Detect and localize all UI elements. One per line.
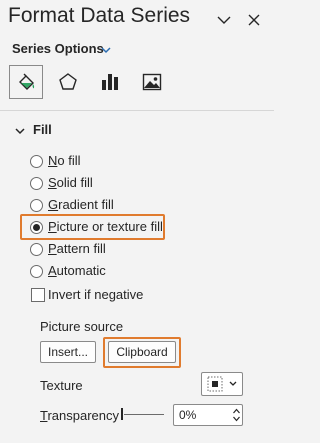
- pane-title: Format Data Series: [8, 4, 191, 27]
- series-options-dropdown[interactable]: Series Options: [12, 41, 104, 56]
- transparency-spinner-icon[interactable]: [232, 406, 241, 424]
- texture-swatch-icon: [207, 376, 237, 392]
- radio-label: Pattern fill: [48, 241, 106, 256]
- radio-no-fill[interactable]: No fill: [30, 152, 150, 172]
- tab-series-options[interactable]: [93, 65, 127, 99]
- radio-automatic[interactable]: Automatic: [30, 262, 150, 282]
- texture-label: Texture: [40, 378, 83, 393]
- tab-effects[interactable]: [51, 65, 85, 99]
- transparency-slider-track[interactable]: [124, 414, 164, 415]
- highlight-box: [103, 337, 181, 368]
- radio-button[interactable]: [30, 199, 43, 212]
- texture-picker-button[interactable]: [201, 372, 243, 396]
- radio-gradient-fill[interactable]: Gradient fill: [30, 196, 150, 216]
- tab-picture[interactable]: [135, 65, 169, 99]
- radio-button[interactable]: [30, 177, 43, 190]
- invert-if-negative-label: Invert if negative: [48, 287, 144, 302]
- picture-source-label: Picture source: [40, 319, 124, 334]
- close-icon[interactable]: [246, 12, 262, 28]
- radio-button[interactable]: [30, 243, 43, 256]
- radio-label: No fill: [48, 153, 81, 168]
- tab-fill-line[interactable]: [9, 65, 43, 99]
- fill-expand-chevron-icon[interactable]: [14, 125, 26, 137]
- radio-label: Gradient fill: [48, 197, 114, 212]
- collapse-chevron-icon[interactable]: [216, 12, 232, 28]
- invert-if-negative-checkbox[interactable]: [31, 288, 45, 302]
- transparency-slider-thumb[interactable]: [121, 408, 123, 420]
- insert-button[interactable]: Insert...: [40, 341, 96, 363]
- highlight-box: [20, 214, 165, 240]
- pentagon-icon: [59, 73, 77, 90]
- radio-pattern-fill[interactable]: Pattern fill: [30, 240, 150, 260]
- radio-button[interactable]: [30, 155, 43, 168]
- paint-bucket-icon: [19, 73, 35, 90]
- picture-icon: [142, 73, 162, 91]
- format-data-series-pane: Format Data Series Series Options Fill N…: [0, 0, 274, 443]
- bar-chart-icon: [102, 74, 118, 90]
- radio-button[interactable]: [30, 265, 43, 278]
- transparency-label: Transparency: [40, 408, 120, 423]
- series-options-chevron-icon[interactable]: [100, 44, 112, 56]
- section-divider: [0, 110, 274, 111]
- radio-label: Solid fill: [48, 175, 93, 190]
- radio-label: Automatic: [48, 263, 106, 278]
- fill-section-header[interactable]: Fill: [33, 122, 52, 137]
- radio-solid-fill[interactable]: Solid fill: [30, 174, 150, 194]
